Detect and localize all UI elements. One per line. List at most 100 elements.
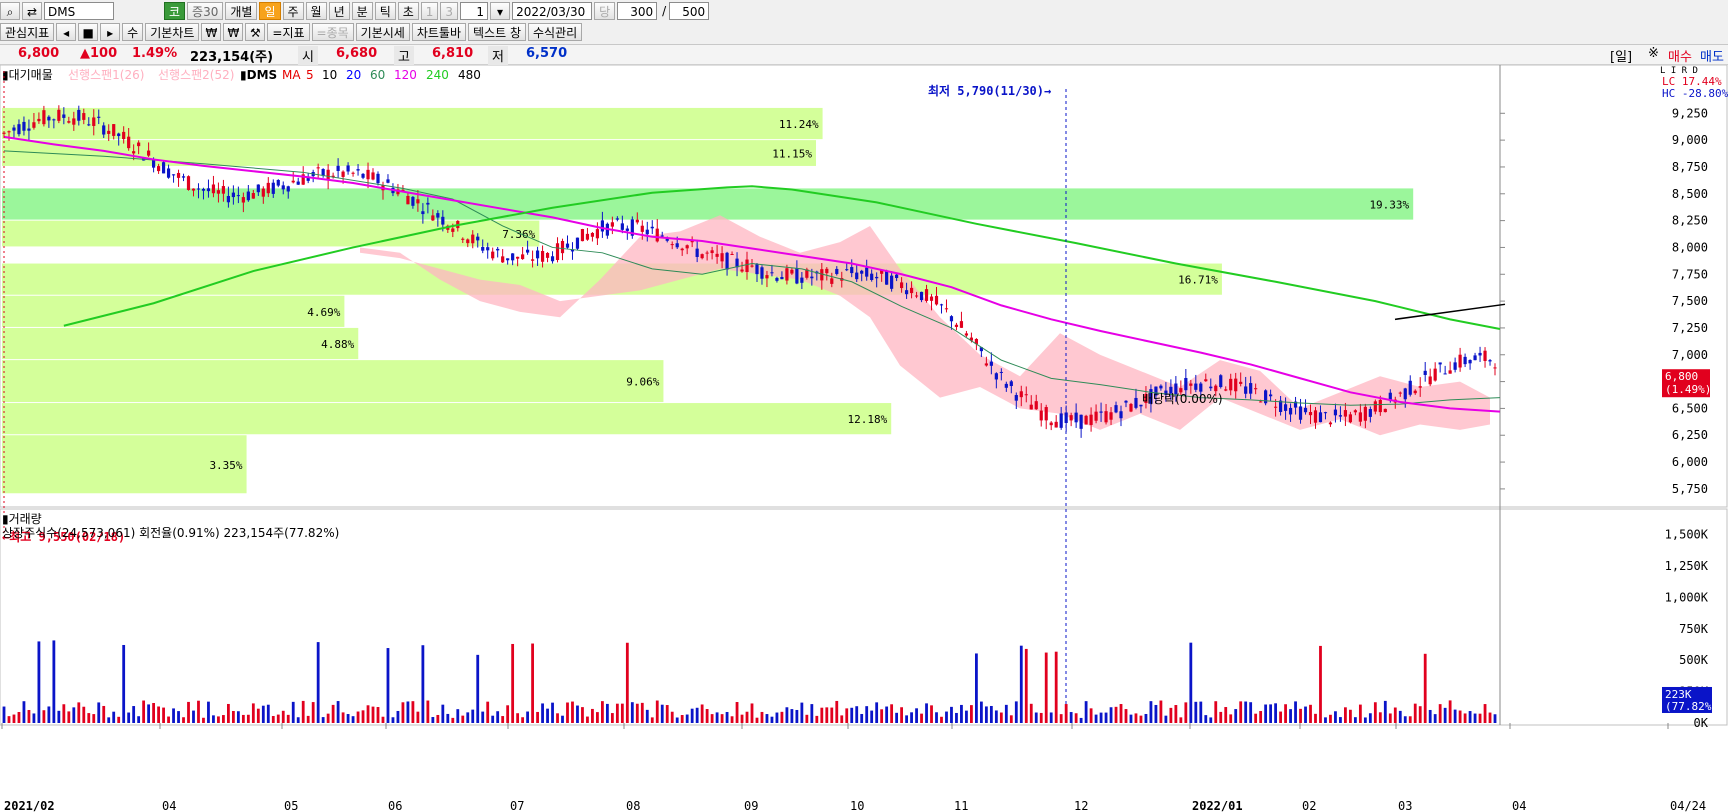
volume-bar <box>1358 704 1362 723</box>
low-price: 6,570 <box>526 46 568 61</box>
volume-bar <box>850 707 854 723</box>
volume-bar <box>620 703 624 723</box>
candle-body <box>47 116 51 121</box>
basic-chart-button[interactable]: 기본차트 <box>145 23 200 41</box>
candle-body <box>1373 401 1377 412</box>
date-input[interactable]: 2022/03/30 <box>512 2 593 20</box>
stock-chart[interactable]: 11.24% 11.15% 19.33% 7.36% 16.71% 4.69% 4.88% 9… <box>0 65 1728 812</box>
volume-bar <box>1164 715 1168 723</box>
volume-bar <box>516 713 520 723</box>
settings-icon[interactable]: ※ <box>1648 46 1659 61</box>
current-pct-tag: (1.49%) <box>1665 383 1711 396</box>
volume-bar <box>1468 711 1472 723</box>
volume-bar <box>1373 702 1377 723</box>
individual-button[interactable]: 개별 <box>225 2 258 20</box>
period-month[interactable]: 월 <box>305 2 327 20</box>
candle-body <box>705 252 709 254</box>
volume-bar <box>790 709 794 723</box>
hc-label: HC -28.80% <box>1662 87 1728 100</box>
candle-body <box>1378 399 1382 413</box>
volume-bar <box>202 717 205 723</box>
candle-body <box>1019 391 1023 398</box>
period-year[interactable]: 년 <box>328 2 350 20</box>
stock-compare-button[interactable]: =종목 <box>311 23 354 41</box>
buy-button[interactable]: 매수 <box>1668 46 1692 65</box>
volume-y-tick-label: 1,000K <box>1665 590 1709 604</box>
candle-body <box>1114 405 1118 413</box>
volume-bar <box>1214 701 1218 723</box>
volume-bar <box>1249 702 1253 723</box>
candle-body <box>715 253 719 257</box>
volume-bar <box>630 702 634 723</box>
won-icon[interactable]: ₩ <box>201 23 222 41</box>
candle-body <box>496 248 500 251</box>
interval-input[interactable]: 1 <box>460 2 489 20</box>
legend-name: ▮DMS <box>240 68 277 82</box>
formula-manage-button[interactable]: 수식관리 <box>528 23 583 41</box>
period-day[interactable]: 일 <box>259 2 281 20</box>
volume-bar <box>885 706 889 723</box>
candle-body <box>107 130 111 134</box>
wrench-icon[interactable]: ⚒ <box>245 23 266 41</box>
arrow-left-icon[interactable]: ◂ <box>56 23 77 41</box>
candle-body <box>904 290 909 295</box>
count-right-input[interactable]: 500 <box>669 2 710 20</box>
volume-bar <box>805 714 809 723</box>
candle-body <box>695 248 699 257</box>
badge-2: 증30 <box>187 2 224 20</box>
volume-bar <box>780 711 784 723</box>
candle <box>161 160 166 174</box>
candle-body <box>924 289 929 301</box>
search-icon[interactable]: ⌕ <box>0 2 20 20</box>
date-suffix: 당 <box>594 2 616 20</box>
volume-bar <box>271 715 275 723</box>
candle-body <box>191 188 196 191</box>
text-window-button[interactable]: 텍스트 창 <box>468 23 526 41</box>
volume-bar <box>1179 717 1183 723</box>
period-3[interactable]: 3 <box>440 2 459 20</box>
arrow-right-icon[interactable]: ▸ <box>100 23 121 41</box>
indicator-button[interactable]: =지표 <box>267 23 310 41</box>
watch-indicator-button[interactable]: 관심지표 <box>0 23 55 41</box>
stock-name-input[interactable]: DMS <box>44 2 114 20</box>
candle-body <box>77 109 81 121</box>
low-annotation: 최저 5,790(11/30)→ <box>928 83 1051 98</box>
won-alt-icon[interactable]: ₩ <box>223 23 244 41</box>
candle-body <box>875 276 879 279</box>
volume-bar <box>760 711 764 723</box>
swap-icon[interactable]: ⇄ <box>22 2 42 20</box>
period-tick[interactable]: 틱 <box>374 2 396 20</box>
volume-bar <box>920 713 923 723</box>
candle-body <box>466 239 470 244</box>
volume-bar <box>107 717 111 723</box>
period-minute[interactable]: 분 <box>351 2 373 20</box>
volume-bar <box>187 701 190 723</box>
period-1[interactable]: 1 <box>420 2 439 20</box>
count-left-input[interactable]: 300 <box>617 2 658 20</box>
candle-body <box>785 268 789 281</box>
volume-bar <box>994 710 998 723</box>
count-button[interactable]: 수 <box>122 23 144 41</box>
candle-body <box>1458 354 1462 368</box>
candle <box>575 237 580 251</box>
candle-body <box>406 195 410 205</box>
volume-bar <box>541 703 544 723</box>
basic-quote-button[interactable]: 기본시세 <box>355 23 410 41</box>
period-second[interactable]: 초 <box>397 2 419 20</box>
volume-bar <box>1154 704 1158 723</box>
candle-body <box>196 188 201 190</box>
period-tab[interactable]: [일] <box>1610 46 1632 65</box>
volume-bar <box>1064 704 1068 723</box>
candle-body <box>565 243 570 248</box>
chart-toolbar-button[interactable]: 차트툴바 <box>411 23 467 41</box>
volume-bar <box>905 715 908 723</box>
stop-icon[interactable]: ■ <box>78 23 99 41</box>
candle-body <box>506 258 510 261</box>
chevron-down-icon[interactable]: ▾ <box>490 2 511 20</box>
volume-bar <box>1334 711 1337 723</box>
volume-profile-label: 11.15% <box>772 148 812 161</box>
volume-bar <box>1054 651 1058 723</box>
sell-button[interactable]: 매도 <box>1700 46 1724 65</box>
candle-body <box>550 256 555 262</box>
period-week[interactable]: 주 <box>282 2 304 20</box>
